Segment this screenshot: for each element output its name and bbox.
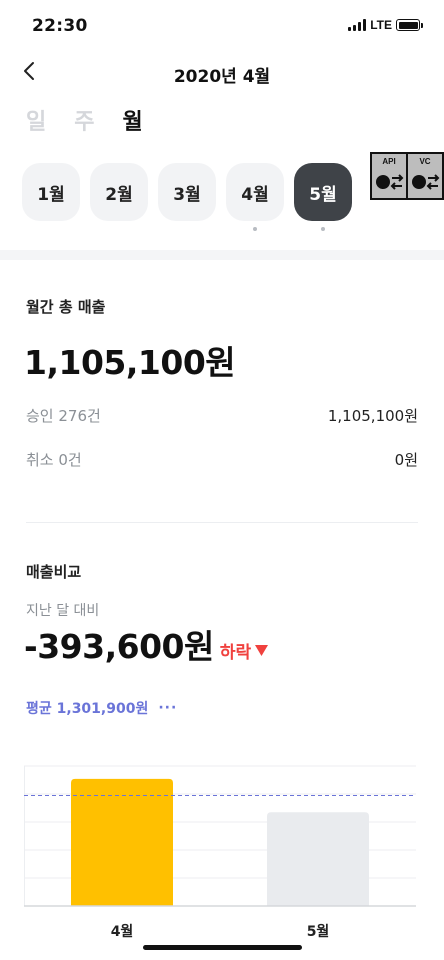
sales-comparison-chart: 4월 5월 xyxy=(24,765,416,940)
trend-label: 하락 xyxy=(219,643,252,663)
average-row: 평균 1,301,900원 ··· xyxy=(26,698,177,718)
api-vc-overlay: API VC xyxy=(370,152,444,200)
app-header: 2020년 4월 xyxy=(0,50,444,94)
month-chip-4: 4월 xyxy=(226,163,284,231)
approved-row: 승인 276건 1,105,100원 xyxy=(26,405,418,426)
approved-label: 승인 276건 xyxy=(26,407,101,425)
difference-amount: -393,600원 xyxy=(24,627,214,666)
data-dot-indicator xyxy=(321,227,325,231)
month-chip-button[interactable]: 1월 xyxy=(22,163,80,221)
tab-week[interactable]: 주 xyxy=(74,104,94,136)
down-triangle-icon xyxy=(255,645,269,656)
approved-value: 1,105,100원 xyxy=(327,407,418,425)
api-label: API xyxy=(382,157,396,166)
tab-month[interactable]: 월 xyxy=(123,104,143,136)
month-selector: 1월 2월 3월 4월 5월 xyxy=(22,163,352,231)
divider xyxy=(26,522,418,523)
network-type: LTE xyxy=(370,18,392,32)
status-bar: 22:30 LTE xyxy=(0,0,444,50)
canceled-label: 취소 0건 xyxy=(26,451,82,469)
trend-indicator: 하락 xyxy=(219,638,269,663)
comparison-subtitle: 지난 달 대비 xyxy=(26,603,100,619)
monthly-total-title: 월간 총 매출 xyxy=(26,298,106,316)
chart-x-label: 4월 xyxy=(111,923,134,940)
chart-bar-4월 xyxy=(71,778,173,906)
vc-button[interactable]: VC xyxy=(408,154,442,198)
comparison-title: 매출비교 xyxy=(26,563,82,581)
page-title: 2020년 4월 xyxy=(173,67,271,87)
month-chip-button-selected[interactable]: 5월 xyxy=(294,163,352,221)
tab-day[interactable]: 일 xyxy=(26,104,46,136)
section-divider xyxy=(0,250,444,260)
period-tabs: 일 주 월 xyxy=(26,104,143,136)
signal-icon xyxy=(348,19,367,31)
chart-x-label: 5월 xyxy=(307,923,330,940)
average-label: 평균 1,301,900원 xyxy=(26,701,149,717)
month-chip-button[interactable]: 4월 xyxy=(226,163,284,221)
month-chip-button[interactable]: 3월 xyxy=(158,163,216,221)
month-chip-button[interactable]: 2월 xyxy=(90,163,148,221)
battery-icon xyxy=(396,19,423,31)
api-button[interactable]: API xyxy=(372,154,406,198)
month-chip-1: 1월 xyxy=(22,163,80,231)
comparison-difference: -393,600원 하락 xyxy=(24,620,269,668)
canceled-value: 0원 xyxy=(394,451,418,469)
month-chip-3: 3월 xyxy=(158,163,216,231)
more-options-icon[interactable]: ··· xyxy=(158,700,177,716)
vc-switch-icon xyxy=(412,174,440,190)
home-indicator xyxy=(143,945,302,950)
chart-bar-5월 xyxy=(267,812,369,906)
api-switch-icon xyxy=(376,174,404,190)
month-chip-5: 5월 xyxy=(294,163,352,231)
status-indicators: LTE xyxy=(348,18,423,32)
monthly-total-amount: 1,105,100원 xyxy=(24,343,236,382)
month-chip-2: 2월 xyxy=(90,163,148,231)
status-time: 22:30 xyxy=(32,16,88,36)
data-dot-indicator xyxy=(253,227,257,231)
canceled-row: 취소 0건 0원 xyxy=(26,449,418,470)
vc-label: VC xyxy=(419,157,431,166)
